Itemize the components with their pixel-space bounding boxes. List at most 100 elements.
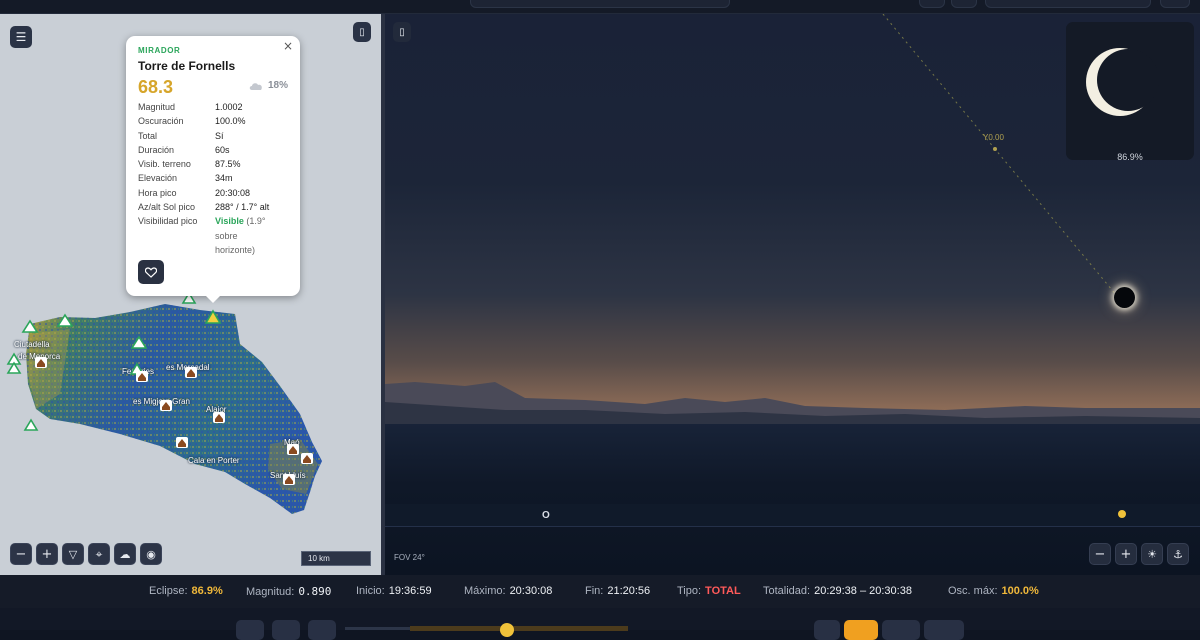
cloud-layer-icon[interactable]: ☁: [114, 543, 136, 565]
play-button[interactable]: [272, 620, 300, 640]
detail-value: Visible (1.9° sobre horizonte): [215, 214, 293, 257]
speed-button[interactable]: [814, 620, 840, 640]
status-tipo: Tipo: TOTAL: [677, 585, 741, 597]
horizon-track-line: [385, 526, 1200, 527]
detail-label: Visibilidad pico: [138, 216, 198, 227]
place-label: es Mercadal: [166, 363, 210, 372]
anchor-icon[interactable]: ⚓: [1167, 543, 1189, 565]
detail-row: Magnitud 1.0002: [138, 100, 293, 114]
speed-button[interactable]: [924, 620, 964, 640]
zoom-in-button[interactable]: +: [36, 543, 58, 565]
place-label: Ferreries: [122, 367, 155, 376]
detail-value: 87.5%: [215, 159, 241, 170]
place-label: Maó: [284, 438, 300, 447]
zoom-in-button[interactable]: +: [1115, 543, 1137, 565]
status-label: Totalidad:: [763, 585, 811, 597]
status-totalidad: Totalidad: 20:29:38 – 20:30:38: [763, 585, 912, 597]
detail-row: Duración 60s: [138, 143, 293, 157]
fov-readout: FOV 24°: [394, 553, 425, 562]
status-label: Tipo:: [677, 585, 702, 597]
status-label: Máximo:: [464, 585, 506, 597]
expand-panel-icon[interactable]: ▯: [393, 22, 411, 42]
thumbnail-percent: 86.9%: [1117, 152, 1143, 162]
timeline-handle[interactable]: [500, 623, 514, 637]
map-scale-bar: 10 km: [301, 551, 371, 566]
cloud-icon: [249, 82, 262, 90]
status-maximo: Máximo: 20:30:08: [464, 585, 552, 597]
status-value: 86.9%: [191, 585, 223, 597]
popup-category: MIRADOR: [138, 46, 181, 55]
speed-button[interactable]: [882, 620, 920, 640]
detail-label: Magnitud: [138, 102, 176, 112]
status-value: 21:20:56: [607, 585, 651, 597]
status-fin: Fin: 21:20:56: [585, 585, 650, 597]
expand-panel-icon[interactable]: ▯: [353, 22, 371, 42]
detail-row: Elevación 34m: [138, 171, 293, 185]
place-label: Ciutadella: [14, 340, 50, 349]
sun-position-marker: [1118, 510, 1126, 518]
sea: [385, 424, 1200, 575]
status-value: 20:29:38 – 20:30:38: [814, 585, 912, 597]
sky-view[interactable]: Y0.00 O ▯ 86.9% FOV 24° − + ☀ ⚓: [385, 14, 1200, 575]
popup-title: Torre de Fornells: [138, 59, 236, 73]
place-label: es Migjorn Gran: [133, 397, 190, 406]
place-label: Alaior: [206, 405, 227, 414]
eclipse-status-bar: Eclipse: 86.9% Magnitud: 0.890 Inicio: 19:3…: [0, 575, 1200, 608]
sun-path-label: Y0.00: [983, 133, 1004, 142]
top-toolbar-button[interactable]: [919, 0, 945, 8]
top-toolbar-button[interactable]: [951, 0, 977, 8]
favorite-button[interactable]: [138, 260, 164, 284]
sun-brightness-icon[interactable]: ☀: [1141, 543, 1163, 565]
status-magnitud: Magnitud: 0.890: [246, 585, 331, 598]
close-icon[interactable]: ×: [283, 39, 293, 53]
status-label: Osc. máx:: [948, 585, 998, 597]
popup-score: 68.3: [138, 77, 174, 97]
detail-label: Az/alt Sol pico: [138, 202, 196, 213]
zoom-out-button[interactable]: −: [1089, 543, 1111, 565]
status-value: 0.890: [298, 585, 332, 598]
status-label: Magnitud:: [246, 586, 295, 598]
status-value: 20:30:08: [509, 585, 553, 597]
top-search-field[interactable]: [470, 0, 730, 8]
place-label: Sant Lluís: [270, 471, 306, 480]
cloud-percent: 18%: [267, 80, 288, 91]
detail-value: Sí: [215, 130, 224, 141]
place-label: Cala en Porter: [188, 456, 240, 465]
place-label: de Menorca: [18, 352, 61, 361]
cloud-cover: 18%: [248, 80, 288, 91]
detail-row: Visib. terreno 87.5%: [138, 157, 293, 171]
visibility-note: sobre: [215, 230, 238, 241]
status-value: 19:36:59: [388, 585, 432, 597]
visibility-note: (1.9°: [246, 216, 266, 227]
status-label: Eclipse:: [149, 585, 188, 597]
detail-value: 34m: [215, 173, 233, 184]
speed-button-active[interactable]: [844, 620, 878, 640]
menu-icon[interactable]: ☰: [10, 26, 32, 48]
detail-value: 288° / 1.7° alt: [215, 202, 270, 213]
detail-label: Duración: [138, 144, 175, 155]
horizon-track: [385, 504, 1200, 526]
top-location-field[interactable]: [985, 0, 1151, 8]
eclipsed-sun[interactable]: [1114, 287, 1135, 308]
top-toolbar-button[interactable]: [1160, 0, 1190, 8]
detail-label: Total: [138, 130, 158, 141]
zoom-out-button[interactable]: −: [10, 543, 32, 565]
viewshed-icon[interactable]: ▽: [62, 543, 84, 565]
viewpoint-popup: × MIRADOR Torre de Fornells 68.3 18% Mag…: [126, 36, 300, 303]
locate-icon[interactable]: ⌖: [88, 543, 110, 565]
status-osc-max: Osc. máx: 100.0%: [948, 585, 1039, 597]
eclipse-layer-icon[interactable]: ◉: [140, 543, 162, 565]
timeline-eclipse-range: [410, 626, 628, 631]
detail-row: Oscuración 100.0%: [138, 114, 293, 128]
heart-icon: [145, 266, 157, 278]
status-eclipse: Eclipse: 86.9%: [149, 585, 223, 597]
status-label: Fin:: [585, 585, 604, 597]
popup-details: Magnitud 1.0002 Oscuración 100.0% Total Sí …: [138, 100, 293, 257]
step-forward-button[interactable]: [308, 620, 336, 640]
detail-row: Az/alt Sol pico 288° / 1.7° alt: [138, 200, 293, 214]
step-back-button[interactable]: [236, 620, 264, 640]
detail-value: 100.0%: [215, 116, 246, 127]
detail-row: Hora pico 20:30:08: [138, 186, 293, 200]
status-value: TOTAL: [705, 585, 741, 597]
visibility-note: horizonte): [215, 244, 256, 255]
